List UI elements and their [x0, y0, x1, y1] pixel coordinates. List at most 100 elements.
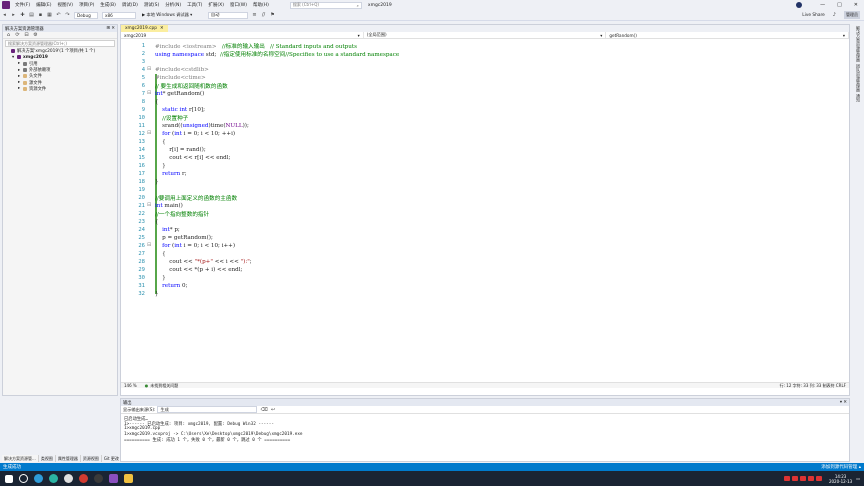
search-input[interactable]: 搜索 (Ctrl+Q) ⌕: [289, 1, 362, 9]
code-line[interactable]: 12 ⊟ for (int i = 0; i < 10; ++i): [121, 130, 849, 138]
menu-item[interactable]: 视图(V): [54, 2, 76, 8]
fold-gutter[interactable]: [147, 162, 155, 170]
fold-gutter[interactable]: ⊟: [147, 202, 155, 210]
fold-gutter[interactable]: [147, 290, 155, 298]
run-debugger-button[interactable]: ▶ 本地 Windows 调试器 ▾: [140, 12, 204, 19]
fold-gutter[interactable]: [147, 218, 155, 226]
code-line[interactable]: 17 return r;: [121, 170, 849, 178]
fold-gutter[interactable]: [147, 250, 155, 258]
fold-gutter[interactable]: [147, 122, 155, 130]
menu-item[interactable]: 测试(S): [141, 2, 162, 8]
bookmark-icon[interactable]: ⚑: [269, 11, 276, 19]
solution-search-input[interactable]: 搜索解决方案资源管理器(Ctrl+;): [5, 40, 115, 47]
fold-gutter[interactable]: [147, 50, 155, 58]
tray-app-icon[interactable]: [791, 476, 798, 481]
fold-gutter[interactable]: [147, 234, 155, 242]
code-line[interactable]: 11 srand((unsigned)time(NULL));: [121, 122, 849, 130]
save-all-icon[interactable]: ▦: [46, 11, 53, 19]
solution-tab[interactable]: 类视图: [39, 455, 56, 462]
redo-icon[interactable]: ↷: [64, 11, 71, 19]
code-line[interactable]: 29 cout << *(p + i) << endl;: [121, 266, 849, 274]
fold-gutter[interactable]: [147, 58, 155, 66]
file-explorer-icon[interactable]: [124, 474, 133, 483]
fold-gutter[interactable]: [147, 186, 155, 194]
fold-gutter[interactable]: [147, 114, 155, 122]
fold-gutter[interactable]: [147, 274, 155, 282]
code-line[interactable]: 2 using namespace std; //指定使用标准的名称空间//Spe…: [121, 50, 849, 58]
config-select[interactable]: Debug: [74, 11, 98, 19]
fold-gutter[interactable]: [147, 82, 155, 90]
search-icon[interactable]: [19, 474, 28, 483]
feedback-icon[interactable]: ♪: [833, 12, 836, 18]
fold-gutter[interactable]: [147, 282, 155, 290]
fold-gutter[interactable]: ⊟: [147, 242, 155, 250]
live-share-button[interactable]: Live Share: [802, 13, 825, 18]
code-line[interactable]: 9 static int r[10];: [121, 106, 849, 114]
back-icon[interactable]: ◂: [1, 11, 8, 19]
fold-gutter[interactable]: ⊟: [147, 90, 155, 98]
fold-gutter[interactable]: [147, 138, 155, 146]
side-rail-tab[interactable]: 解决方案资源管理器: [855, 26, 861, 62]
fold-gutter[interactable]: [147, 226, 155, 234]
app-icon[interactable]: [79, 474, 88, 483]
menu-item[interactable]: 工具(T): [184, 2, 205, 8]
app-icon[interactable]: [49, 474, 58, 483]
comment-icon[interactable]: //: [260, 11, 267, 19]
format-icon[interactable]: ≡: [251, 11, 258, 19]
tray-app-icon[interactable]: [807, 476, 814, 481]
solution-tab[interactable]: Git 更改: [102, 455, 122, 462]
menu-item[interactable]: 帮助(H): [250, 2, 272, 8]
menu-item[interactable]: 调试(D): [119, 2, 141, 8]
fold-gutter[interactable]: [147, 266, 155, 274]
account-avatar[interactable]: [796, 2, 803, 8]
fold-gutter[interactable]: [147, 106, 155, 114]
maximize-button[interactable]: □: [837, 2, 842, 8]
code-line[interactable]: 22 //一个指向整数的指针: [121, 210, 849, 218]
menu-item[interactable]: 分析(N): [162, 2, 184, 8]
edge-icon[interactable]: [34, 474, 43, 483]
undo-icon[interactable]: ↶: [55, 11, 62, 19]
code-line[interactable]: 23 {: [121, 218, 849, 226]
code-line[interactable]: 15 cout << r[i] << endl;: [121, 154, 849, 162]
fold-gutter[interactable]: [147, 98, 155, 106]
word-wrap-icon[interactable]: ↩: [270, 406, 277, 414]
fold-gutter[interactable]: [147, 210, 155, 218]
fold-gutter[interactable]: [147, 74, 155, 82]
code-line[interactable]: 20 //要调用上面定义的函数的主函数: [121, 194, 849, 202]
source-control-button[interactable]: 添加到源代码管理 ▴: [821, 464, 861, 470]
tree-item[interactable]: ▸ 资源文件: [3, 86, 117, 92]
menu-item[interactable]: 窗口(W): [227, 2, 250, 8]
output-source-select[interactable]: 生成: [157, 406, 258, 413]
code-line[interactable]: 14 r[i] = rand();: [121, 146, 849, 154]
solution-tab[interactable]: 资源视图: [81, 455, 102, 462]
fold-gutter[interactable]: [147, 146, 155, 154]
platform-select[interactable]: x86: [102, 11, 136, 19]
fold-gutter[interactable]: ⊟: [147, 66, 155, 74]
code-line[interactable]: 21 ⊟ int main(): [121, 202, 849, 210]
menu-item[interactable]: 项目(P): [76, 2, 97, 8]
nav-scope-dropdown[interactable]: (全局范围) ▾: [364, 32, 607, 38]
menu-item[interactable]: 编辑(E): [33, 2, 54, 8]
fold-gutter[interactable]: [147, 194, 155, 202]
code-line[interactable]: 27 {: [121, 250, 849, 258]
menu-item[interactable]: 生成(B): [97, 2, 119, 8]
nav-project-dropdown[interactable]: xmgc2019 ▾: [121, 32, 364, 38]
fold-gutter[interactable]: [147, 154, 155, 162]
code-line[interactable]: 16 }: [121, 162, 849, 170]
run-mode-select[interactable]: 自动: [208, 11, 248, 19]
minimize-button[interactable]: —: [820, 2, 825, 8]
code-line[interactable]: 3: [121, 58, 849, 66]
properties-icon[interactable]: ⚙: [32, 31, 39, 39]
zoom-level[interactable]: 146 %: [124, 383, 137, 388]
save-icon[interactable]: ▪: [37, 11, 44, 19]
open-icon[interactable]: ▤: [28, 11, 35, 19]
notification-icon[interactable]: ▭: [856, 476, 860, 481]
fold-gutter[interactable]: ⊟: [147, 130, 155, 138]
code-line[interactable]: 4 ⊟ #include<cstdlib>: [121, 66, 849, 74]
code-line[interactable]: 19: [121, 186, 849, 194]
code-line[interactable]: 30 }: [121, 274, 849, 282]
solution-tab[interactable]: 解决方案资源管...: [2, 455, 39, 462]
menu-item[interactable]: 扩展(X): [205, 2, 227, 8]
code-line[interactable]: 32}: [121, 290, 849, 298]
code-line[interactable]: 25 p = getRandom();: [121, 234, 849, 242]
